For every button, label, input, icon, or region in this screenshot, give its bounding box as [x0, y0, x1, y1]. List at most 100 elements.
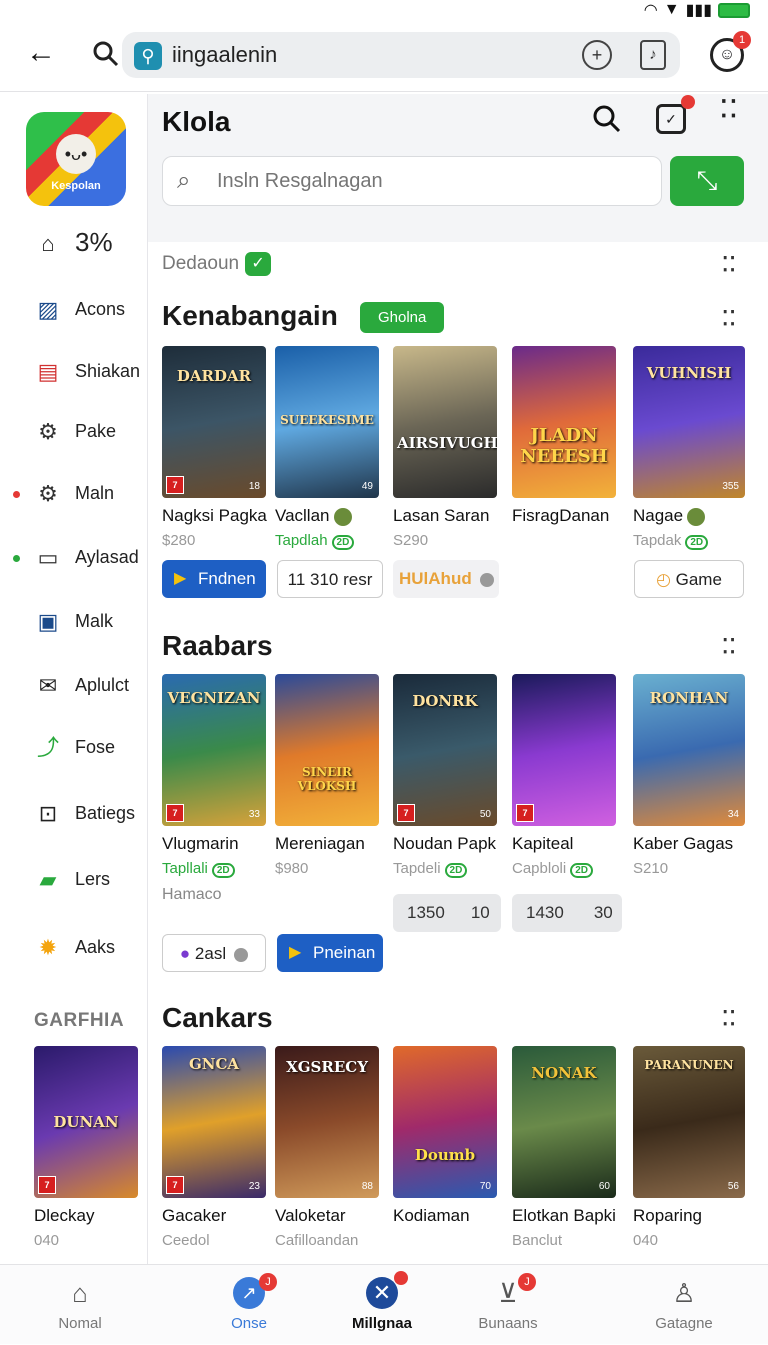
game-card[interactable]: SINEIR VLOKSH Mereniagan $980 — [275, 674, 385, 877]
sidebar-item-shiakan[interactable]: ▤ Shiakan — [0, 352, 148, 392]
more-menu-icon[interactable]: ⁚⁚ — [720, 98, 744, 136]
game-sub: Banclut — [512, 1232, 563, 1249]
game-name: Elotkan Bapki — [512, 1206, 616, 1225]
app-logo[interactable]: •ᴗ• Kespolan — [26, 112, 126, 206]
status-pill[interactable]: HUlAhud — [393, 560, 499, 598]
cover-title: JLADN NEEESH — [520, 425, 608, 468]
url-text[interactable]: iingaalenin — [172, 42, 277, 68]
search-icon[interactable] — [592, 104, 622, 134]
game-card[interactable]: RONHAN 34 Kaber Gagas S210 — [633, 674, 745, 877]
game-card[interactable]: AIRSIVUGH Lasan Saran S290 — [393, 346, 503, 549]
age-rating-icon: 7 — [397, 804, 415, 822]
checkmark-icon[interactable]: ✓ — [245, 252, 272, 276]
sidebar-item-lers[interactable]: ▰ Lers — [0, 860, 148, 900]
sidebar-item-batiegs[interactable]: ⊡ Batiegs — [0, 794, 148, 834]
main-header: Klola ✓ ⁚⁚ ⌕ ⤡ — [148, 94, 768, 242]
sidebar-item-maln[interactable]: ⚙ Maln — [0, 474, 148, 514]
game-card[interactable]: DARDAR 7 18 Nagksi Pagka $280 — [162, 346, 272, 549]
cover-number: 60 — [598, 1181, 610, 1192]
box-icon: ⊡ — [38, 801, 58, 826]
cover-title: XGSRECY — [286, 1058, 368, 1077]
game-name: Vlugmarin — [162, 834, 239, 853]
status-dot — [13, 555, 20, 562]
status-dot — [479, 572, 494, 587]
game-button[interactable]: ◴ Game — [634, 560, 744, 598]
sidebar-item-label: Malk — [75, 611, 114, 631]
age-rating-icon: 7 — [166, 804, 184, 822]
stats-pill[interactable]: 1350 10 — [393, 894, 501, 932]
stats-pill[interactable]: 1430 30 — [512, 894, 622, 932]
game-name: Lasan Saran — [393, 506, 490, 525]
sidebar-item-aylasad[interactable]: ▭ Aylasad — [0, 538, 148, 578]
game-cover: DUNAN 7 — [34, 1046, 138, 1198]
card-icon: ▣ — [37, 609, 59, 634]
add-tab-icon[interactable]: + — [582, 40, 612, 70]
sidebar-item-acons[interactable]: ▨ Acons — [0, 290, 148, 330]
sidebar-item-home[interactable]: ⌂ 3% — [0, 224, 148, 264]
sidebar-item-fose[interactable]: ⤴ Fose — [0, 728, 148, 768]
address-bar[interactable]: ⚲ iingaalenin + ♪ — [122, 32, 680, 78]
play-button[interactable]: Fndnen — [162, 560, 266, 598]
game-card[interactable]: Doumb 70 Kodiaman — [393, 1046, 503, 1225]
price-button[interactable]: 11 310 resr — [277, 560, 383, 598]
game-card[interactable]: 7 Kapiteal Capbloli 2D — [512, 674, 622, 878]
sidebar-item-pake[interactable]: ⚙ Pake — [0, 412, 148, 452]
sidebar-item-label: Lers — [75, 869, 111, 889]
sidebar-item-label: Batiegs — [75, 803, 136, 823]
search-field[interactable]: ⌕ — [162, 156, 662, 206]
more-dots-icon[interactable]: ⁚⁚ — [722, 637, 742, 662]
more-dots-icon[interactable]: ⁚⁚ — [722, 309, 742, 334]
game-card[interactable]: DONRK 7 50 Noudan Papk Tapdeli 2D — [393, 674, 503, 878]
nav-item-onse[interactable]: ↗ J Onse — [189, 1265, 309, 1345]
nav-label: Onse — [231, 1315, 267, 1332]
game-card[interactable]: GNCA 7 23 Gacaker Ceedol — [162, 1046, 272, 1249]
status-dot — [234, 947, 249, 962]
game-sub: 040 — [633, 1232, 659, 1249]
game-sub: Tapdlah 2D — [275, 532, 355, 550]
game-price: $980 — [275, 860, 309, 877]
search-go-button[interactable]: ⤡ — [670, 156, 744, 206]
game-card[interactable]: DUNAN 7 Dleckay 040 — [34, 1046, 144, 1249]
game-card[interactable]: JLADN NEEESH FisragDanan — [512, 346, 622, 525]
cover-title: VEGNIZAN — [167, 689, 261, 708]
more-dots-icon[interactable]: ⁚⁚ — [722, 1009, 742, 1034]
sidebar-item-label: Aaks — [75, 937, 116, 957]
chart-icon: ▤ — [37, 359, 59, 384]
game-card[interactable]: NONAK 60 Elotkan Bapki Banclut — [512, 1046, 622, 1249]
game-name: Gacaker — [162, 1206, 227, 1225]
avatar — [687, 507, 706, 526]
game-card[interactable]: PARANUNEN 56 Roparing 040 — [633, 1046, 745, 1249]
nav-item-bunaans[interactable]: ⊻ J Bunaans — [448, 1265, 568, 1345]
game-price: S210 — [633, 860, 669, 877]
filter-row[interactable]: Dedaoun ✓ — [162, 252, 272, 276]
sidebar-item-malk[interactable]: ▣ Malk — [0, 602, 148, 642]
search-input[interactable] — [217, 165, 647, 197]
messages-icon[interactable]: ✓ — [656, 95, 695, 134]
sidebar-item-aaks[interactable]: ✹ Aaks — [0, 928, 148, 968]
game-card[interactable]: VUHNISH 355 Nagae Tapdak 2D — [633, 346, 745, 550]
more-dots-icon[interactable]: ⁚⁚ — [722, 255, 742, 280]
game-card[interactable]: SUEEKESIME 49 Vacllan Tapdlah 2D — [275, 346, 385, 550]
nav-label: Millgnaa — [351, 1315, 412, 1332]
game-cover: PARANUNEN 56 — [633, 1046, 745, 1198]
game-card[interactable]: XGSRECY 88 Valoketar Cafilloandan — [275, 1046, 385, 1249]
sidebar-item-label: Maln — [75, 483, 115, 503]
back-arrow-icon[interactable]: ← — [26, 38, 58, 70]
clipboard-icon[interactable]: ♪ — [640, 40, 666, 70]
game-cover: DONRK 7 50 — [393, 674, 497, 826]
game-name: Kodiaman — [393, 1206, 470, 1225]
gear-icon: ⚙ — [38, 419, 58, 444]
section-badge[interactable]: Gholna — [360, 302, 445, 333]
search-icon[interactable] — [92, 40, 120, 68]
play-button[interactable]: Pneinan — [277, 934, 383, 972]
nav-item-home[interactable]: ⌂ Nomal — [20, 1265, 140, 1345]
sidebar-item-aplulct[interactable]: ✉ Aplulct — [0, 666, 148, 706]
game-card[interactable]: VEGNIZAN 7 33 Vlugmarin Tapllali 2D Hamac… — [162, 674, 272, 903]
nav-item-gatagne[interactable]: ♙ Gatagne — [624, 1265, 744, 1345]
pass-button[interactable]: ● 2asl — [162, 934, 266, 972]
profile-button[interactable]: ☺ 1 — [710, 31, 751, 72]
game-cover: DARDAR 7 18 — [162, 346, 266, 498]
profile-badge: 1 — [733, 31, 751, 49]
nav-item-millgnaa[interactable]: ✕ Millgnaa — [322, 1265, 442, 1345]
game-sub: Tapllali 2D — [162, 860, 235, 878]
